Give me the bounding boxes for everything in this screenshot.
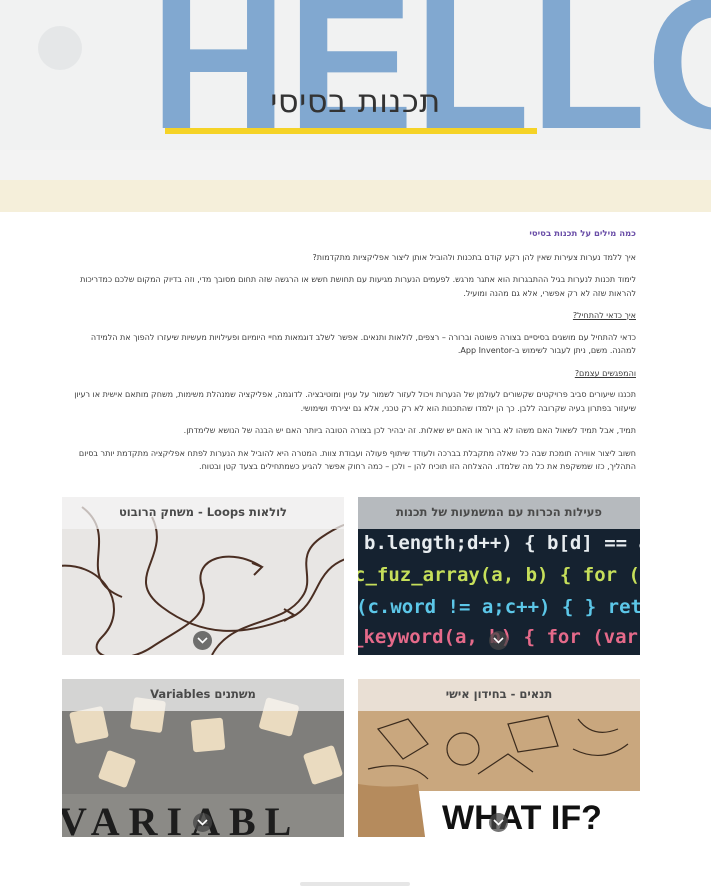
article-paragraph: תמיד, אבל תמיד לשאול האם משהו לא ברור או… xyxy=(183,426,636,435)
article-paragraph: תכננו שיעורים סביב פרויקטים שקשורים לעול… xyxy=(74,390,636,413)
card-loops-robot-game[interactable]: לולאות Loops - משחק הרובוט xyxy=(62,497,344,655)
card-title: לולאות Loops - משחק הרובוט xyxy=(118,505,287,519)
card-variables[interactable]: VARIABL משתנים Variables xyxy=(62,679,344,837)
title-underline xyxy=(165,128,537,134)
article-subheading: איך כדאי להתחיל? xyxy=(572,311,636,320)
expand-chevron-icon[interactable] xyxy=(489,813,508,832)
article-paragraph: כדאי להתחיל עם מושגים בסיסיים בצורה פשוט… xyxy=(90,332,636,356)
code-line: b.length;d++) { b[d] == a xyxy=(364,532,640,554)
article-subheading: והמפגשים עצמם? xyxy=(574,368,636,378)
code-line: c_fuz_array(a, b) { for (v xyxy=(358,564,640,586)
expand-chevron-icon[interactable] xyxy=(193,631,212,650)
card-intro-activity[interactable]: b.length;d++) { b[d] == a c_fuz_array(a,… xyxy=(358,497,640,655)
expand-chevron-icon[interactable] xyxy=(193,813,212,832)
page-title: תכנות בסיסי xyxy=(270,82,441,120)
footer-fade xyxy=(300,882,410,886)
hero-banner: HELLO תכנות בסיסי xyxy=(0,0,711,212)
card-title: משתנים Variables xyxy=(150,687,256,701)
expand-chevron-icon[interactable] xyxy=(489,631,508,650)
article-heading: כמה מילים על תכנות בסיסי xyxy=(529,229,636,239)
article-paragraph: חשוב ליצור אווירה תומכת שבה כל שאלה מתקב… xyxy=(78,448,636,472)
what-if-text: WHAT IF? xyxy=(442,799,602,837)
page: HELLO תכנות בסיסי כמה מילים על תכנות בסי… xyxy=(0,0,711,888)
card-conditions-quiz[interactable]: WHAT IF? תנאים - בחידון אישי xyxy=(358,679,640,837)
card-title: תנאים - בחידון אישי xyxy=(445,687,553,701)
code-line: (c.word != a;c++) { } ret xyxy=(358,596,640,618)
blocks-text: VARIABL xyxy=(62,799,300,837)
card-title: פעילות הכרות עם המשמעות של תכנות xyxy=(396,505,602,519)
article-paragraph: לימוד תכנות לנערות בגיל ההתבגרות הוא אתג… xyxy=(80,275,636,298)
intro-article: כמה מילים על תכנות בסיסי איך ללמד נערות … xyxy=(70,228,636,483)
article-paragraph: איך ללמד נערות צעירות שאין להן רקע קודם … xyxy=(312,252,636,262)
